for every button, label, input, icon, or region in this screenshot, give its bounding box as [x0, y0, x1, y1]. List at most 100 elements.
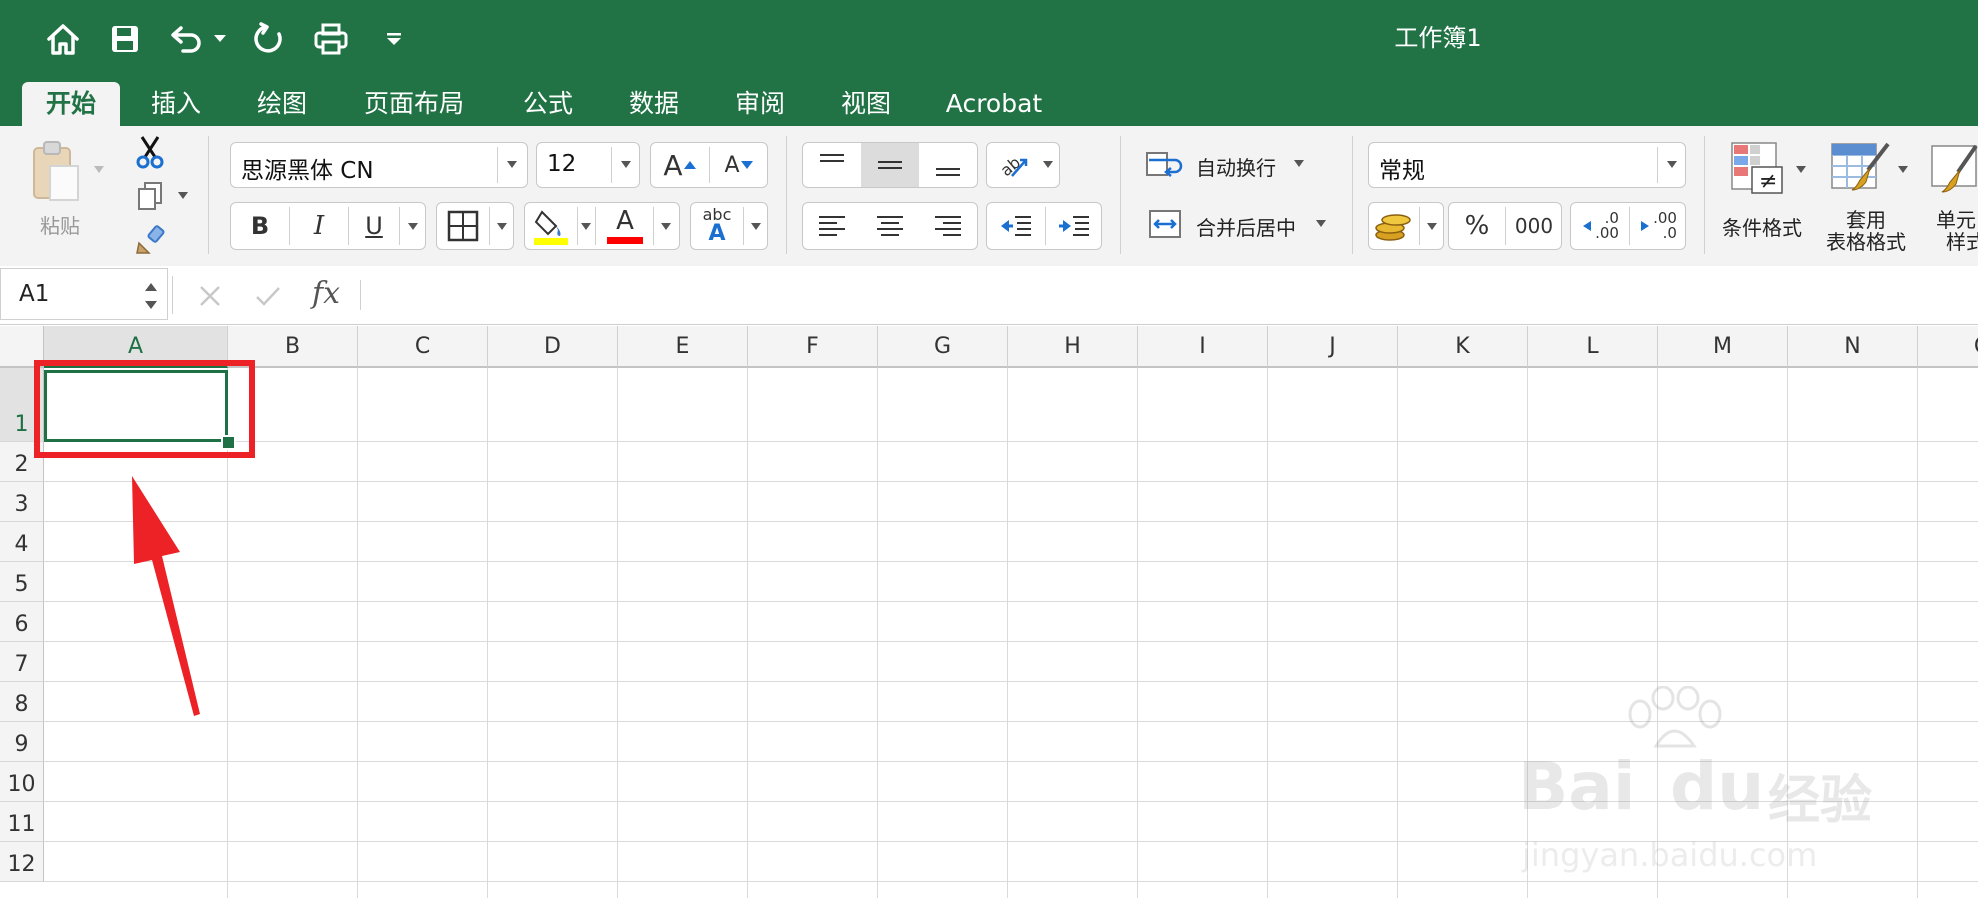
column-header-o[interactable]: O: [1918, 326, 1978, 368]
column-header-h[interactable]: H: [1008, 326, 1138, 368]
row-header-10[interactable]: 10: [0, 762, 44, 802]
undo-dropdown-icon[interactable]: [208, 18, 232, 60]
column-header-i[interactable]: I: [1138, 326, 1268, 368]
cut-icon[interactable]: [130, 134, 170, 170]
format-as-table-label-2[interactable]: 表格格式: [1826, 232, 1906, 252]
cell-styles-icon[interactable]: [1928, 138, 1978, 200]
currency-icon[interactable]: [1369, 203, 1419, 249]
row-header-6[interactable]: 6: [0, 602, 44, 642]
decrease-indent-icon[interactable]: [987, 203, 1045, 249]
cancel-icon[interactable]: [192, 278, 228, 314]
row-header-7[interactable]: 7: [0, 642, 44, 682]
column-header-k[interactable]: K: [1398, 326, 1528, 368]
font-size-dropdown-icon[interactable]: [621, 161, 631, 168]
fill-color-dropdown-icon[interactable]: [581, 223, 591, 230]
phonetic-dropdown-icon[interactable]: [751, 223, 761, 230]
copy-dropdown-icon[interactable]: [178, 192, 188, 199]
print-icon[interactable]: [310, 18, 352, 60]
column-header-m[interactable]: M: [1658, 326, 1788, 368]
format-as-table-label-1[interactable]: 套用: [1846, 210, 1886, 230]
name-box[interactable]: A1: [0, 268, 168, 320]
shrink-font-button[interactable]: A: [710, 143, 768, 187]
grow-font-button[interactable]: A: [651, 143, 709, 187]
row-header-9[interactable]: 9: [0, 722, 44, 762]
increase-decimal-button[interactable]: .0 .00: [1571, 203, 1629, 249]
save-icon[interactable]: [104, 18, 146, 60]
column-header-d[interactable]: D: [488, 326, 618, 368]
font-name-box[interactable]: 思源黑体 CN: [230, 142, 528, 188]
conditional-format-label[interactable]: 条件格式: [1722, 212, 1802, 241]
borders-icon[interactable]: [437, 203, 489, 249]
merge-center-label[interactable]: 合并后居中: [1196, 212, 1296, 241]
number-format-box[interactable]: 常规: [1368, 142, 1686, 188]
home-icon[interactable]: [42, 18, 84, 60]
row-header-11[interactable]: 11: [0, 802, 44, 842]
copy-icon[interactable]: [130, 178, 170, 214]
percent-button[interactable]: %: [1449, 203, 1505, 249]
column-header-c[interactable]: C: [358, 326, 488, 368]
column-header-e[interactable]: E: [618, 326, 748, 368]
bold-button[interactable]: B: [231, 203, 289, 249]
paste-icon[interactable]: [26, 136, 86, 206]
formula-input[interactable]: [372, 274, 1972, 316]
row-header-8[interactable]: 8: [0, 682, 44, 722]
merge-center-icon[interactable]: [1144, 204, 1186, 244]
format-painter-icon[interactable]: [128, 222, 172, 258]
wrap-text-icon[interactable]: [1144, 144, 1186, 184]
tab-draw[interactable]: 绘图: [246, 82, 318, 126]
column-header-f[interactable]: F: [748, 326, 878, 368]
font-color-button[interactable]: A: [597, 203, 653, 249]
tab-home[interactable]: 开始: [22, 82, 120, 126]
font-color-dropdown-icon[interactable]: [661, 223, 671, 230]
row-header-5[interactable]: 5: [0, 562, 44, 602]
undo-icon[interactable]: [166, 18, 208, 60]
redo-icon[interactable]: [248, 18, 290, 60]
currency-dropdown-icon[interactable]: [1427, 223, 1437, 230]
tab-data[interactable]: 数据: [618, 82, 690, 126]
tab-page-layout[interactable]: 页面布局: [354, 82, 474, 126]
row-header-3[interactable]: 3: [0, 482, 44, 522]
tab-review[interactable]: 审阅: [724, 82, 796, 126]
cell-styles-label-1[interactable]: 单元: [1936, 210, 1976, 230]
font-size-box[interactable]: 12: [536, 142, 640, 188]
align-bottom-icon[interactable]: [919, 143, 977, 187]
name-box-stepper-icon[interactable]: [143, 279, 159, 313]
column-header-j[interactable]: J: [1268, 326, 1398, 368]
format-as-table-dropdown-icon[interactable]: [1898, 166, 1908, 173]
cell-styles-label-2[interactable]: 样式: [1946, 232, 1978, 252]
borders-dropdown-icon[interactable]: [497, 223, 507, 230]
comma-style-button[interactable]: 000: [1506, 203, 1562, 249]
column-header-g[interactable]: G: [878, 326, 1008, 368]
wrap-text-label[interactable]: 自动换行: [1196, 152, 1276, 181]
row-header-4[interactable]: 4: [0, 522, 44, 562]
font-name-dropdown-icon[interactable]: [507, 161, 517, 168]
decrease-decimal-button[interactable]: .00 .0: [1629, 203, 1687, 249]
number-format-dropdown-icon[interactable]: [1667, 161, 1677, 168]
enter-icon[interactable]: [250, 278, 286, 314]
fill-color-icon[interactable]: [525, 203, 577, 249]
conditional-format-icon[interactable]: ≠: [1722, 138, 1792, 200]
tab-insert[interactable]: 插入: [140, 82, 212, 126]
phonetic-button[interactable]: abc A: [691, 203, 743, 249]
column-header-n[interactable]: N: [1788, 326, 1918, 368]
tab-formulas[interactable]: 公式: [512, 82, 584, 126]
tab-view[interactable]: 视图: [830, 82, 902, 126]
column-header-l[interactable]: L: [1528, 326, 1658, 368]
align-top-icon[interactable]: [803, 143, 861, 187]
underline-button[interactable]: U: [349, 203, 399, 249]
text-orientation-icon[interactable]: ab: [987, 143, 1039, 187]
paste-dropdown-icon[interactable]: [94, 166, 104, 173]
align-middle-icon[interactable]: [861, 143, 919, 187]
format-as-table-icon[interactable]: [1826, 138, 1896, 200]
customize-qat-icon[interactable]: [374, 18, 414, 60]
orientation-dropdown-icon[interactable]: [1043, 161, 1053, 168]
row-header-12[interactable]: 12: [0, 842, 44, 882]
increase-indent-icon[interactable]: [1045, 203, 1103, 249]
align-right-icon[interactable]: [919, 203, 977, 249]
wrap-text-dropdown-icon[interactable]: [1294, 160, 1304, 167]
align-left-icon[interactable]: [803, 203, 861, 249]
merge-center-dropdown-icon[interactable]: [1316, 220, 1326, 227]
conditional-format-dropdown-icon[interactable]: [1796, 166, 1806, 173]
tab-acrobat[interactable]: Acrobat: [936, 82, 1052, 126]
insert-function-button[interactable]: fx: [312, 276, 340, 311]
